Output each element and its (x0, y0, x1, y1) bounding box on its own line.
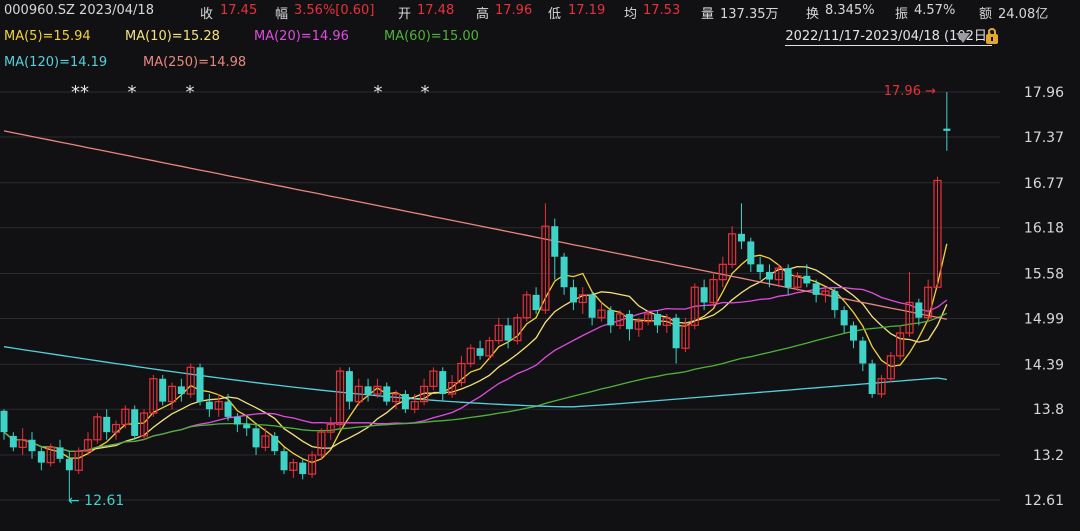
candle-body (560, 256, 568, 288)
candle-body (37, 451, 45, 463)
candle-body (0, 410, 8, 433)
candle-body (840, 310, 848, 326)
ma20-line (3, 286, 948, 452)
candle-body (915, 302, 923, 318)
high-marker: 17.96 → (884, 84, 936, 99)
candle-body (401, 393, 409, 410)
kline-chart[interactable]: 17.96 17.37 16.77 16.18 15.58 14.99 14.39 13.8 1… (0, 0, 1080, 531)
candle-body (551, 226, 559, 257)
candle-body (476, 348, 484, 356)
y-axis-labels: 17.96 17.37 16.77 16.18 15.58 14.99 14.39 13.8 1… (1024, 85, 1064, 509)
candle-body (439, 371, 447, 394)
candle-body (504, 325, 512, 341)
ma120-line (3, 346, 947, 408)
candle-body (831, 291, 839, 311)
candle-body (65, 458, 73, 471)
candle-body (747, 241, 755, 265)
candle-body (224, 401, 232, 417)
annotations: 17.96 →← 12.61** * * * * (68, 82, 936, 509)
y-tick-label: 14.99 (1024, 311, 1064, 327)
star-mark: * (374, 82, 383, 103)
candle-body (803, 275, 811, 284)
candle-body (812, 283, 820, 295)
ma250-line (3, 130, 947, 320)
y-tick-label: 12.61 (1024, 493, 1064, 509)
candle-body (569, 287, 577, 303)
y-tick-label: 17.37 (1024, 130, 1064, 146)
candle-body (700, 287, 708, 303)
candle-body (943, 128, 951, 131)
ma10-line (3, 265, 948, 452)
candle-body (131, 409, 139, 436)
star-mark: * (128, 82, 137, 103)
y-tick-label: 13.8 (1033, 402, 1064, 418)
star-mark: * (421, 82, 430, 103)
candle-body (243, 424, 251, 429)
ma60-line (3, 312, 948, 452)
candlesticks (0, 92, 951, 500)
candle-body (765, 271, 773, 280)
star-mark: ** (71, 82, 89, 103)
candle-body (784, 268, 792, 288)
candle-body (345, 371, 353, 402)
candle-body (868, 363, 876, 394)
candle-body (849, 325, 857, 341)
candle-body (756, 264, 764, 272)
candle-body (532, 294, 540, 311)
candle-body (28, 439, 36, 452)
candle-body (177, 386, 185, 394)
candle-body (9, 435, 17, 448)
star-mark: * (186, 82, 195, 103)
low-marker: ← 12.61 (68, 493, 124, 509)
candle-body (737, 233, 745, 242)
candle-body (56, 447, 64, 459)
y-tick-label: 15.58 (1024, 267, 1064, 283)
candle-body (299, 462, 307, 475)
candle-body (103, 416, 111, 433)
candle-body (196, 367, 204, 402)
candle-body (159, 378, 167, 402)
candle-body (280, 451, 288, 471)
candle-body (383, 386, 391, 402)
y-tick-label: 16.77 (1024, 176, 1064, 192)
candle-body (271, 435, 279, 452)
candle-body (607, 310, 615, 326)
y-tick-label: 13.2 (1033, 448, 1064, 464)
candle-body (625, 313, 633, 330)
y-tick-label: 17.96 (1024, 85, 1064, 101)
candle-body (205, 401, 213, 410)
candle-body (859, 340, 867, 364)
y-tick-label: 14.39 (1024, 357, 1064, 373)
candle-body (588, 294, 596, 318)
candle-body (233, 416, 241, 425)
candle-body (364, 386, 372, 394)
y-tick-label: 16.18 (1024, 221, 1064, 237)
grid-lines (0, 91, 1000, 501)
candle-body (653, 313, 661, 326)
candle-body (672, 317, 680, 349)
candle-body (252, 428, 260, 448)
